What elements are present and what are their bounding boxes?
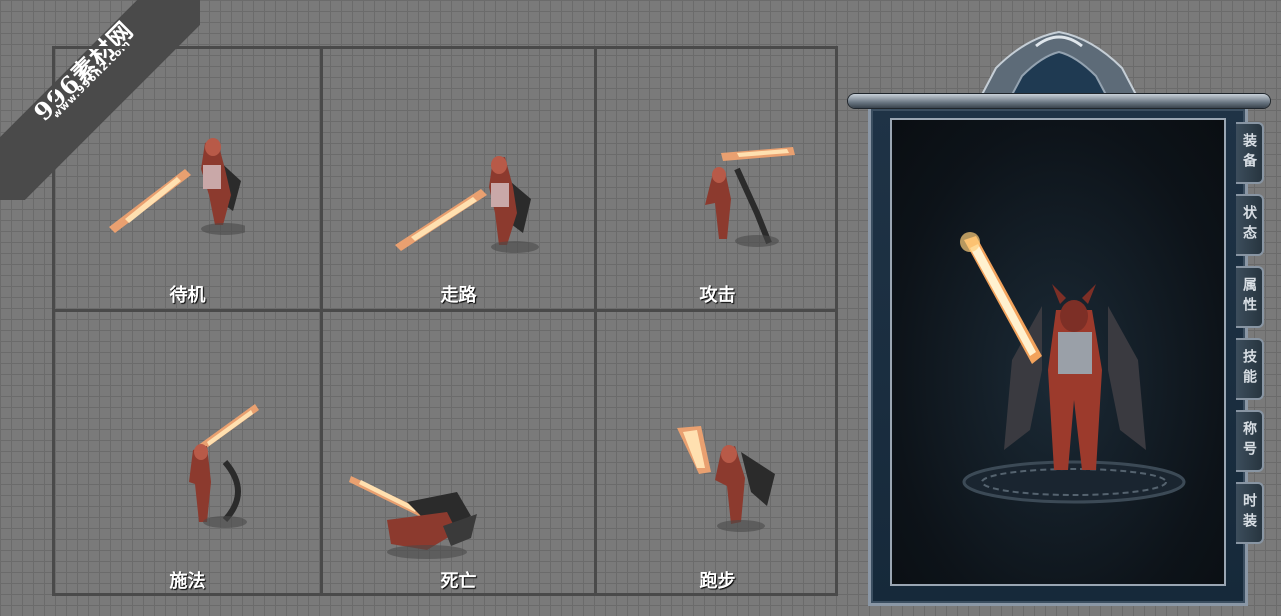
character-viewport (890, 118, 1226, 586)
character-model (960, 232, 1186, 504)
anim-label-run: 跑步 (699, 571, 736, 592)
tab-titles[interactable]: 称号 (1236, 410, 1264, 472)
tab-skills[interactable]: 技能 (1236, 338, 1264, 400)
tab-status[interactable]: 状态 (1236, 194, 1264, 256)
anim-cell-idle[interactable]: 待机 (55, 49, 320, 309)
warrior-idle-sprite (109, 138, 245, 235)
warrior-death-sprite (349, 476, 477, 559)
tab-equipment[interactable]: 装备 (1236, 122, 1264, 184)
warrior-cast-sprite (189, 404, 259, 528)
anim-label-walk: 走路 (440, 285, 477, 306)
anim-cell-cast[interactable]: 施法 (55, 312, 320, 596)
anim-label-attack: 攻击 (699, 285, 736, 306)
anim-label-idle: 待机 (169, 285, 206, 306)
panel-top-bar (848, 94, 1270, 108)
warrior-walk-sprite (395, 156, 539, 253)
anim-label-death: 死亡 (440, 571, 477, 592)
warrior-run-sprite (677, 426, 775, 532)
anim-cell-death[interactable]: 死亡 (323, 312, 594, 596)
character-panel: 装备 状态 属性 技能 称号 时装 (848, 28, 1270, 608)
anim-cell-attack[interactable]: 攻击 (597, 49, 838, 309)
tab-attributes[interactable]: 属性 (1236, 266, 1264, 328)
tab-fashion[interactable]: 时装 (1236, 482, 1264, 544)
anim-cell-walk[interactable]: 走路 (323, 49, 594, 309)
warrior-attack-sprite (705, 147, 795, 247)
animation-grid: 待机 走路 攻击 施法 死亡 跑步 (52, 46, 838, 596)
anim-label-cast: 施法 (169, 571, 206, 592)
anim-cell-run[interactable]: 跑步 (597, 312, 838, 596)
